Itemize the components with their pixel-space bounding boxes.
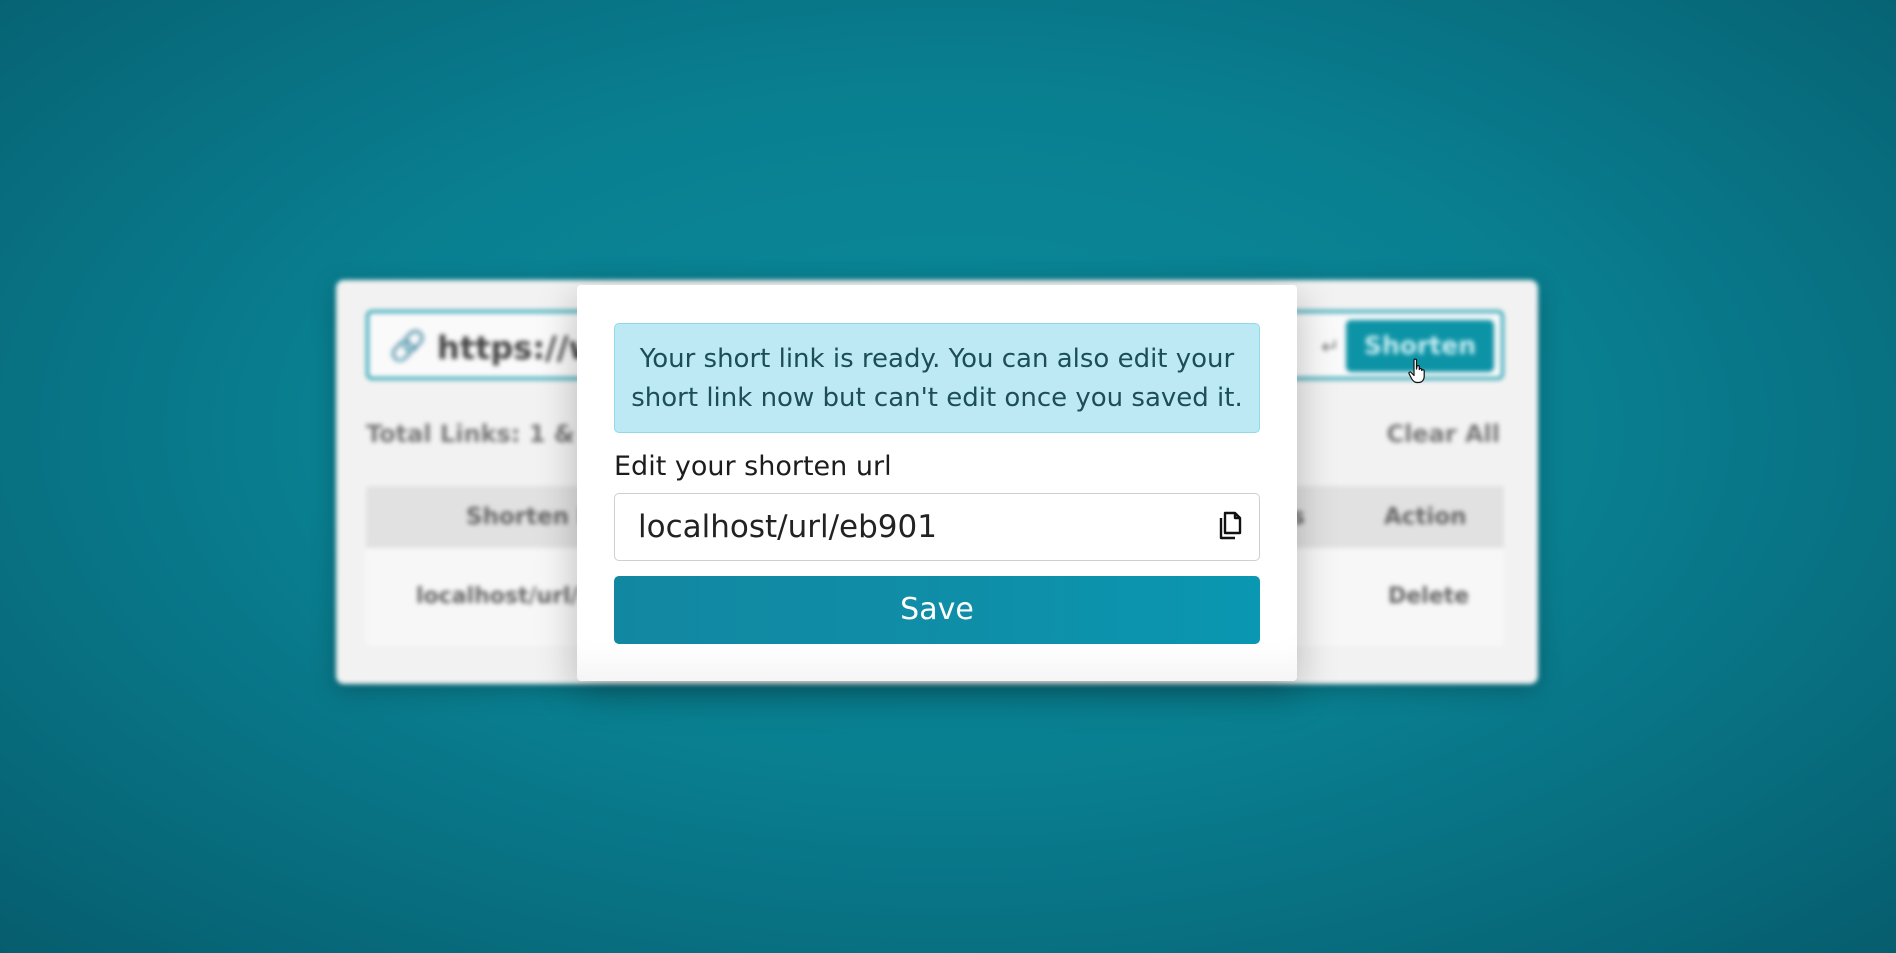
short-url-field: [614, 493, 1260, 561]
column-header-action: Action: [1384, 504, 1467, 530]
copy-icon[interactable]: [1217, 511, 1243, 541]
clear-all-button[interactable]: Clear All: [1386, 420, 1500, 448]
long-url-value: https://w: [437, 329, 599, 367]
save-button[interactable]: Save: [614, 576, 1260, 644]
link-icon: 🔗: [389, 329, 427, 364]
edit-short-link-modal: Your short link is ready. You can also e…: [577, 285, 1297, 681]
hand-pointer-cursor-icon: [1408, 358, 1425, 384]
ready-alert: Your short link is ready. You can also e…: [614, 323, 1260, 433]
column-header-shorten-link: Shorten L: [466, 504, 592, 530]
delete-link-button[interactable]: Delete: [1388, 584, 1469, 609]
table-cell-shorten-link[interactable]: localhost/url/: [416, 584, 579, 609]
edit-url-label: Edit your shorten url: [614, 451, 892, 482]
keyboard-hint: ↵: [1321, 335, 1340, 360]
short-url-input[interactable]: [615, 494, 1195, 560]
links-stats: Total Links: 1 & To: [366, 420, 613, 448]
